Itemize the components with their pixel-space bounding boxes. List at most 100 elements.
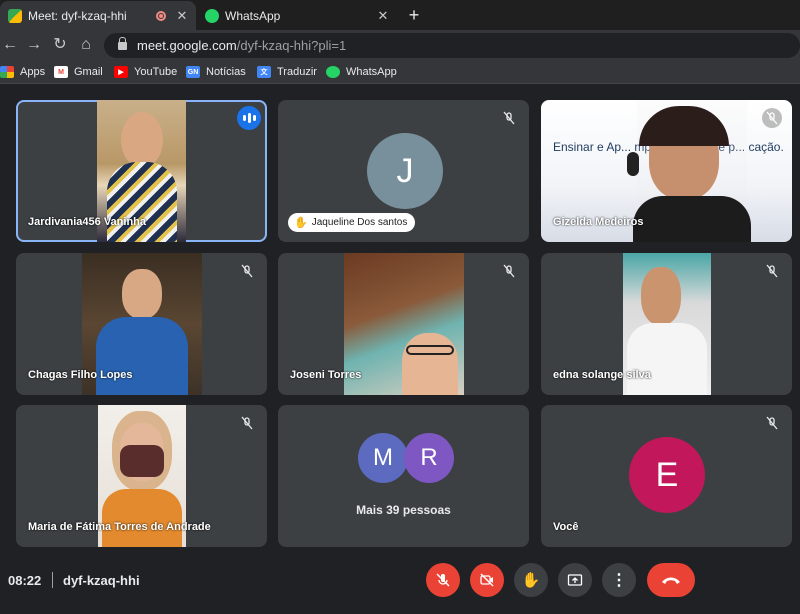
leave-call-button[interactable] — [647, 563, 695, 597]
tab-title: WhatsApp — [225, 8, 281, 23]
person-body — [633, 196, 751, 242]
tab-whatsapp[interactable]: WhatsApp ✕ — [197, 1, 397, 30]
bookmark-label: WhatsApp — [346, 66, 397, 78]
raise-hand-button[interactable]: ✋ — [514, 563, 548, 597]
person-body — [627, 323, 707, 395]
participant-name: Chagas Filho Lopes — [28, 369, 133, 381]
mic-off-icon — [762, 413, 782, 433]
glasses — [406, 345, 454, 355]
more-options-button[interactable]: ⋮ — [602, 563, 636, 597]
gmail-icon: M — [54, 66, 68, 78]
present-screen-icon — [567, 574, 583, 586]
bookmark-label: Gmail — [74, 66, 103, 78]
tab-strip: Meet: dyf-kzaq-hhi ✕ WhatsApp ✕ + — [0, 0, 800, 30]
tab-title: Meet: dyf-kzaq-hhi — [28, 8, 127, 23]
bookmark-label: YouTube — [134, 66, 178, 78]
recording-indicator-icon — [156, 10, 166, 21]
bookmark-traduzir[interactable]: 文 Traduzir — [257, 64, 317, 80]
others-tile[interactable]: M R Mais 39 pessoas — [278, 405, 529, 547]
forward-arrow-icon[interactable]: → — [24, 35, 44, 55]
person-body — [102, 489, 182, 547]
lock-icon — [118, 36, 127, 50]
face-mask — [120, 445, 164, 477]
participant-tile[interactable]: J ✋ Jaqueline Dos santos — [278, 100, 529, 242]
participant-video — [344, 253, 464, 395]
meeting-grid: Jardivania456 Vaninha J ✋ Jaqueline Dos s… — [0, 85, 800, 614]
participant-tile[interactable]: Maria de Fátima Torres de Andrade — [16, 405, 267, 547]
youtube-icon: ▶ — [114, 66, 128, 78]
home-icon[interactable]: ⌂ — [76, 35, 96, 55]
meeting-code: dyf-kzaq-hhi — [63, 573, 140, 588]
close-tab-icon[interactable]: ✕ — [174, 8, 190, 24]
raise-hand-icon: ✋ — [521, 572, 541, 589]
url-host: meet.google.com — [137, 38, 237, 53]
meeting-clock: 08:22 — [8, 573, 42, 588]
raised-hand-chip: ✋ Jaqueline Dos santos — [288, 213, 416, 232]
bookmark-whatsapp[interactable]: WhatsApp — [326, 64, 397, 80]
toggle-camera-button[interactable] — [470, 563, 504, 597]
others-count-label: Mais 39 pessoas — [356, 503, 451, 517]
meeting-controls-bar: 08:22 dyf-kzaq-hhi ✋ ⋮ — [0, 548, 800, 614]
participant-avatar: E — [629, 437, 705, 513]
bookmark-apps[interactable]: Apps — [0, 64, 45, 80]
participant-tile[interactable]: Jardivania456 Vaninha — [16, 100, 267, 242]
participant-name: Jardivania456 Vaninha — [28, 216, 147, 228]
meet-favicon-icon — [8, 8, 22, 23]
bookmarks-bar: Apps M Gmail ▶ YouTube GN Notícias 文 Tra… — [0, 60, 800, 84]
participant-name: Você — [553, 521, 579, 533]
address-bar[interactable]: meet.google.com/dyf-kzaq-hhi?pli=1 — [104, 33, 800, 58]
news-icon: GN — [186, 66, 200, 78]
person-face — [121, 112, 163, 168]
mic-off-icon — [237, 261, 257, 281]
headset-icon — [627, 152, 639, 176]
participant-avatar: J — [367, 133, 443, 209]
bookmark-label: Apps — [20, 66, 46, 78]
bookmark-youtube[interactable]: ▶ YouTube — [114, 64, 177, 80]
participant-name: Gizelda Medeiros — [553, 216, 644, 228]
reload-icon[interactable]: ↻ — [50, 35, 70, 55]
bookmark-noticias[interactable]: GN Notícias — [186, 64, 246, 80]
participant-tile[interactable]: edna solange silva — [541, 253, 792, 395]
browser-toolbar: ← → ↻ ⌂ meet.google.com/dyf-kzaq-hhi?pli… — [0, 30, 800, 60]
mic-off-icon — [499, 108, 519, 128]
person-face — [641, 267, 681, 325]
participant-name: edna solange silva — [553, 369, 651, 381]
person-face — [122, 269, 162, 319]
new-tab-icon[interactable]: + — [402, 4, 426, 26]
raise-hand-icon: ✋ — [294, 217, 308, 229]
participant-tile[interactable]: Ensinar e Ap... mpos, desafios e p... ca… — [541, 100, 792, 242]
participant-name: Jaqueline Dos santos — [311, 217, 408, 228]
participant-name: Joseni Torres — [290, 369, 362, 381]
whatsapp-icon — [326, 66, 340, 78]
person-face — [402, 333, 458, 395]
more-options-icon: ⋮ — [611, 572, 627, 589]
end-call-icon — [662, 577, 680, 584]
self-tile[interactable]: E Você — [541, 405, 792, 547]
camera-off-icon — [480, 573, 494, 587]
person-body — [96, 317, 188, 395]
close-tab-icon[interactable]: ✕ — [375, 8, 391, 24]
participant-tile[interactable]: Chagas Filho Lopes — [16, 253, 267, 395]
bookmark-label: Notícias — [206, 66, 246, 78]
back-arrow-icon[interactable]: ← — [0, 35, 20, 55]
bookmark-label: Traduzir — [277, 66, 317, 78]
mic-off-icon — [762, 108, 782, 128]
tab-meet[interactable]: Meet: dyf-kzaq-hhi ✕ — [0, 1, 196, 30]
apps-grid-icon — [0, 66, 14, 78]
participant-tile[interactable]: Joseni Torres — [278, 253, 529, 395]
url-path: /dyf-kzaq-hhi?pli=1 — [236, 38, 347, 53]
toggle-mic-button[interactable] — [426, 563, 460, 597]
mic-off-icon — [499, 261, 519, 281]
mic-off-icon — [762, 261, 782, 281]
mic-off-icon — [237, 413, 257, 433]
present-now-button[interactable] — [558, 563, 592, 597]
divider — [52, 572, 53, 588]
bookmark-gmail[interactable]: M Gmail — [54, 64, 103, 80]
speaking-indicator-icon — [237, 106, 261, 130]
person-body — [107, 162, 177, 242]
whatsapp-favicon-icon — [205, 8, 219, 23]
mic-off-icon — [436, 573, 450, 587]
participant-avatar: M — [358, 433, 408, 483]
participant-name: Maria de Fátima Torres de Andrade — [28, 521, 211, 533]
participant-avatar: R — [404, 433, 454, 483]
